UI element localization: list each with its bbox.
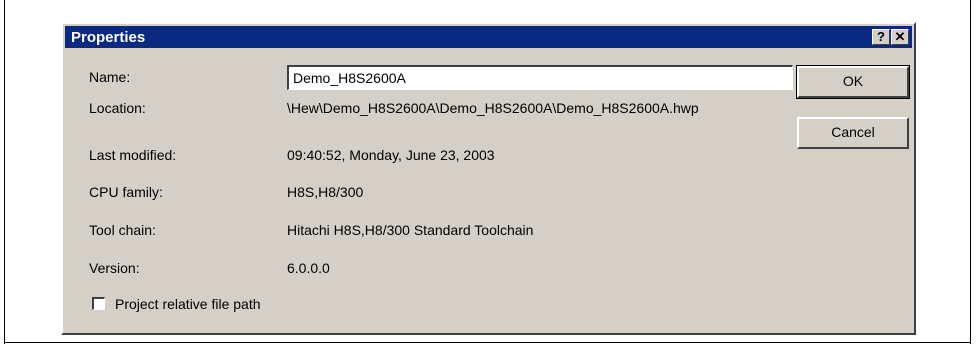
help-button[interactable]: ? xyxy=(872,29,890,45)
version-value: 6.0.0.0 xyxy=(287,260,330,276)
ok-button[interactable]: OK xyxy=(796,65,910,99)
version-label: Version: xyxy=(89,260,140,276)
help-icon: ? xyxy=(877,29,885,44)
figure-frame-left xyxy=(4,0,5,344)
properties-dialog: Properties ? ✕ Name: Demo_H8S2600A Locat… xyxy=(61,22,916,335)
name-label: Name: xyxy=(89,69,131,85)
name-field[interactable]: Demo_H8S2600A xyxy=(287,65,793,90)
cancel-button[interactable]: Cancel xyxy=(797,117,909,149)
location-label: Location: xyxy=(89,100,146,116)
close-button[interactable]: ✕ xyxy=(891,29,909,45)
project-relative-path-label[interactable]: Project relative file path xyxy=(115,296,261,312)
figure-frame-bottom xyxy=(4,342,971,343)
tool-chain-value: Hitachi H8S,H8/300 Standard Toolchain xyxy=(287,222,534,238)
dialog-title: Properties xyxy=(71,29,146,46)
last-modified-value: 09:40:52, Monday, June 23, 2003 xyxy=(287,147,495,163)
last-modified-label: Last modified: xyxy=(89,147,177,163)
project-relative-path-checkbox[interactable] xyxy=(92,297,105,310)
close-icon: ✕ xyxy=(894,29,906,44)
title-bar: Properties ? ✕ xyxy=(65,26,912,48)
figure-frame-right xyxy=(970,0,971,344)
location-value: \Hew\Demo_H8S2600A\Demo_H8S2600A\Demo_H8… xyxy=(287,100,699,116)
tool-chain-label: Tool chain: xyxy=(89,222,156,238)
cpu-family-value: H8S,H8/300 xyxy=(287,184,364,200)
cpu-family-label: CPU family: xyxy=(89,184,163,200)
